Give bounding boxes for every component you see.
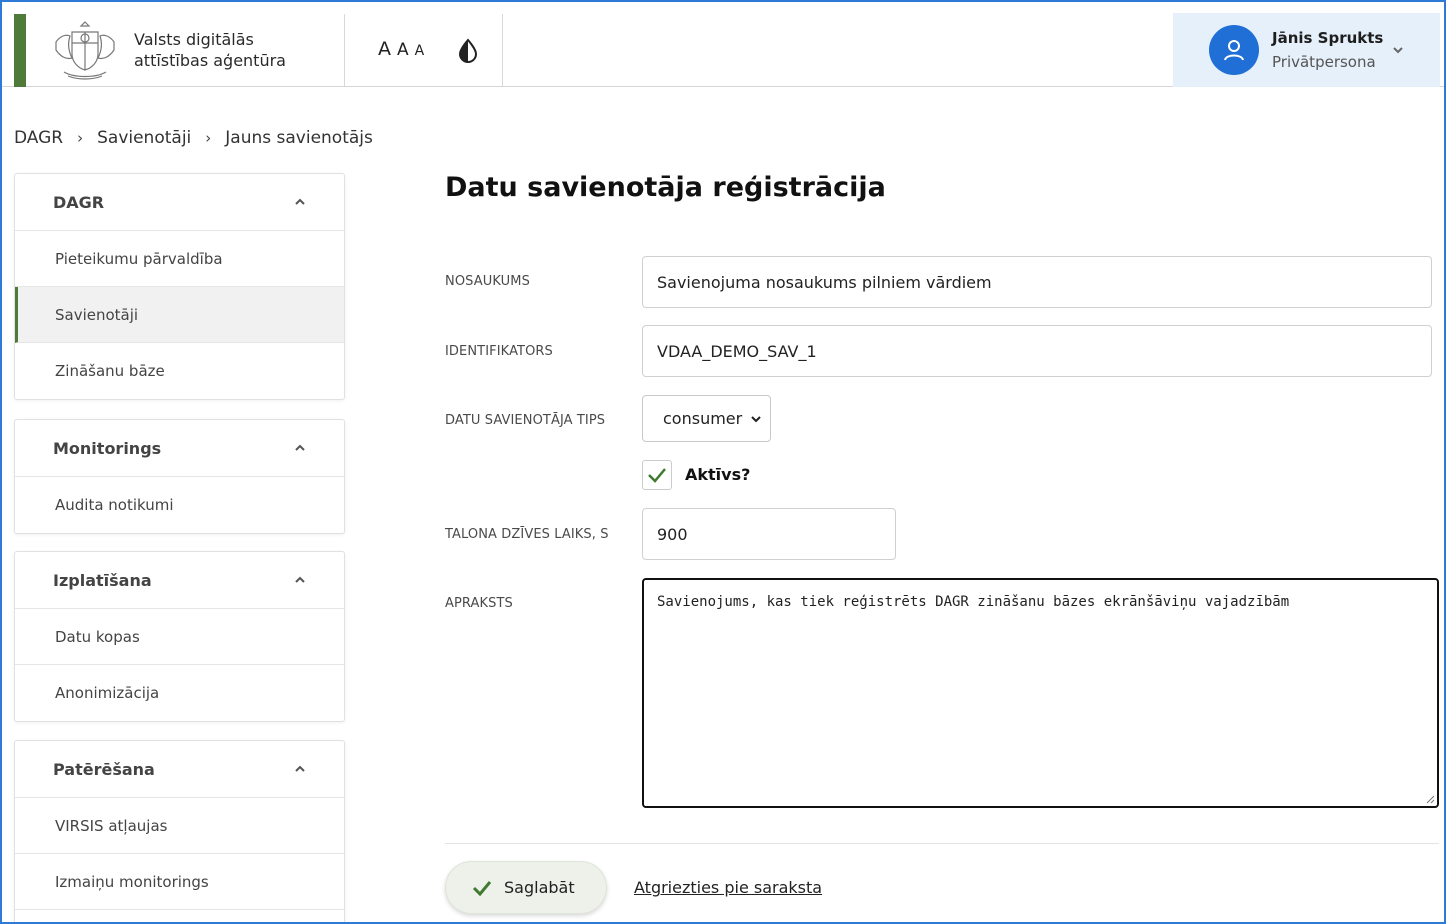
breadcrumb-savienotaji[interactable]: Savienotāji <box>97 128 191 148</box>
chevron-up-icon <box>295 765 305 772</box>
sidebar-group-paterešana: Patērēšana VIRSIS atļaujas Izmaiņu monit… <box>14 740 345 924</box>
font-size-small-button[interactable]: A <box>415 43 425 59</box>
sidebar-group-title: Monitorings <box>53 438 162 458</box>
header-divider <box>502 14 503 87</box>
sidebar-item-savienotaji[interactable]: Savienotāji <box>15 287 344 343</box>
description-textarea[interactable]: Savienojums, kas tiek reģistrēts DAGR zi… <box>642 578 1439 808</box>
identifier-input[interactable]: VDAA_DEMO_SAV_1 <box>642 325 1432 377</box>
contrast-drop-icon[interactable] <box>457 38 479 64</box>
form-divider <box>445 843 1439 844</box>
user-menu[interactable]: Jānis Sprukts Privātpersona <box>1173 13 1440 87</box>
user-icon <box>1209 25 1259 75</box>
chevron-down-icon <box>1393 47 1403 54</box>
font-size-controls: A A A <box>378 38 424 60</box>
accent-bar <box>14 14 26 87</box>
save-button[interactable]: Saglabāt <box>445 861 607 914</box>
chevron-right-icon: › <box>77 129 84 147</box>
connector-type-value: consumer <box>663 409 743 428</box>
sidebar-item-izmainu-monitorings[interactable]: Izmaiņu monitorings <box>15 854 344 910</box>
checkmark-icon <box>648 468 666 483</box>
sidebar-group-header[interactable]: DAGR <box>15 174 344 231</box>
sidebar-group-title: Patērēšana <box>53 759 155 779</box>
token-lifetime-label: TALONA DZĪVES LAIKS, S <box>445 527 609 542</box>
agency-line-2: attīstības aģentūra <box>134 51 286 70</box>
page-title: Datu savienotāja reģistrācija <box>445 172 886 203</box>
checkmark-icon <box>472 880 492 896</box>
sidebar-group-header[interactable]: Monitorings <box>15 420 344 477</box>
chevron-right-icon: › <box>205 129 212 147</box>
header-divider <box>344 14 345 87</box>
token-lifetime-input[interactable]: 900 <box>642 508 896 560</box>
chevron-up-icon <box>295 576 305 583</box>
agency-line-1: Valsts digitālās <box>134 30 254 49</box>
description-text: Savienojums, kas tiek reģistrēts DAGR zi… <box>657 594 1290 610</box>
back-to-list-link[interactable]: Atgriezties pie saraksta <box>634 878 822 897</box>
name-label: NOSAUKUMS <box>445 274 530 289</box>
active-label: Aktīvs? <box>685 465 751 484</box>
top-header: Valsts digitālās attīstības aģentūra A A… <box>2 2 1444 87</box>
sidebar-group-monitorings: Monitorings Audita notikumi <box>14 419 345 534</box>
sidebar-item-audita-notikumi[interactable]: Audita notikumi <box>15 477 344 533</box>
sidebar-group-title: DAGR <box>53 192 105 212</box>
connector-type-label: DATU SAVIENOTĀJA TIPS <box>445 413 606 428</box>
agency-name: Valsts digitālās attīstības aģentūra <box>134 29 286 71</box>
chevron-up-icon <box>295 198 305 205</box>
font-size-large-button[interactable]: A <box>378 38 391 60</box>
user-name: Jānis Sprukts <box>1272 29 1384 47</box>
sidebar-group-dagr: DAGR Pieteikumu pārvaldība Savienotāji Z… <box>14 173 345 400</box>
chevron-up-icon <box>295 444 305 451</box>
sidebar-item-anonimizacija[interactable]: Anonimizācija <box>15 665 344 721</box>
sidebar-item-datu-kopas[interactable]: Datu kopas <box>15 609 344 665</box>
breadcrumb-current: Jauns savienotājs <box>225 128 373 148</box>
connector-type-select[interactable]: consumer <box>642 395 771 442</box>
sidebar-group-header[interactable]: Izplatīšana <box>15 552 344 609</box>
identifier-label: IDENTIFIKATORS <box>445 344 553 359</box>
sidebar-item-pieteikumu-parvaldiba[interactable]: Pieteikumu pārvaldība <box>15 231 344 287</box>
save-button-label: Saglabāt <box>504 878 575 897</box>
sidebar-group-header[interactable]: Patērēšana <box>15 741 344 798</box>
sidebar-group-izplatisana: Izplatīšana Datu kopas Anonimizācija <box>14 551 345 722</box>
resize-handle-icon[interactable] <box>1425 794 1435 804</box>
name-input[interactable]: Savienojuma nosaukums pilniem vārdiem <box>642 256 1432 308</box>
active-checkbox[interactable] <box>642 460 672 490</box>
sidebar-item-zinasanu-baze[interactable]: Zināšanu bāze <box>15 343 344 399</box>
chevron-down-icon <box>751 416 761 423</box>
sidebar-group-title: Izplatīšana <box>53 570 152 590</box>
breadcrumb-dagr[interactable]: DAGR <box>14 128 63 148</box>
sidebar-item-virsis-atlaujas[interactable]: VIRSIS atļaujas <box>15 798 344 854</box>
coat-of-arms-logo-icon <box>55 21 115 80</box>
font-size-medium-button[interactable]: A <box>397 40 409 60</box>
breadcrumb: DAGR › Savienotāji › Jauns savienotājs <box>14 128 373 148</box>
user-role: Privātpersona <box>1272 53 1376 71</box>
description-label: APRAKSTS <box>445 596 513 611</box>
